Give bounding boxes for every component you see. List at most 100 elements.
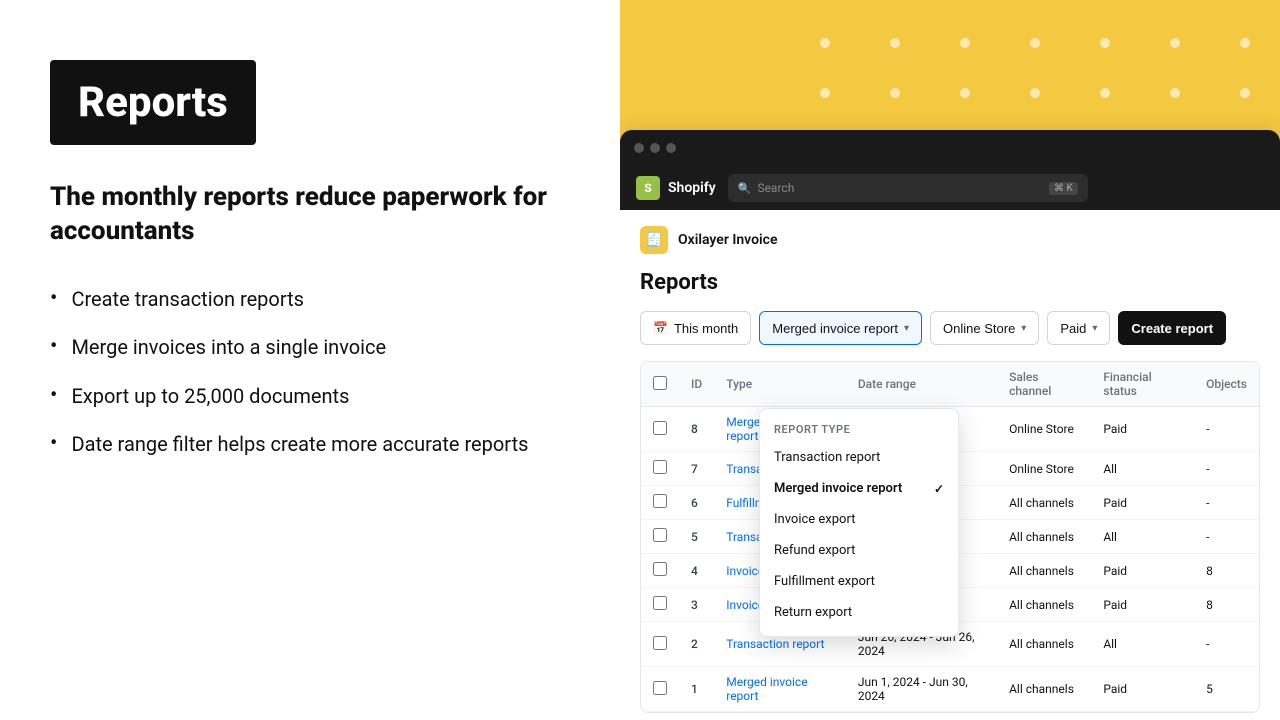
dot bbox=[960, 38, 970, 48]
dot bbox=[1240, 88, 1250, 98]
row-channel: Online Store bbox=[997, 407, 1091, 452]
chevron-down-icon-status: ▾ bbox=[1092, 323, 1097, 334]
row-channel: All channels bbox=[997, 588, 1091, 622]
sales-channel-button[interactable]: Online Store ▾ bbox=[930, 311, 1039, 345]
reports-badge: Reports bbox=[50, 60, 256, 145]
select-all-checkbox[interactable] bbox=[653, 376, 667, 390]
row-objects: - bbox=[1194, 486, 1259, 520]
dropdown-item[interactable]: Invoice export bbox=[760, 504, 958, 535]
search-icon: 🔍 bbox=[738, 182, 752, 195]
row-checkbox[interactable] bbox=[653, 562, 667, 576]
row-checkbox-cell[interactable] bbox=[641, 622, 679, 667]
row-objects: 5 bbox=[1194, 667, 1259, 712]
bullet-item: Date range filter helps create more accu… bbox=[50, 430, 570, 459]
row-checkbox-cell[interactable] bbox=[641, 452, 679, 486]
row-checkbox[interactable] bbox=[653, 636, 667, 650]
app-content: 🧾 Oxilayer Invoice Reports 📅 This month … bbox=[620, 210, 1280, 720]
financial-status-button[interactable]: Paid ▾ bbox=[1047, 311, 1110, 345]
dropdown-item[interactable]: Transaction report bbox=[760, 442, 958, 473]
left-panel: Reports The monthly reports reduce paper… bbox=[0, 0, 620, 720]
row-id: 3 bbox=[679, 588, 714, 622]
browser-dot-red bbox=[634, 143, 644, 153]
dot bbox=[820, 88, 830, 98]
dot bbox=[1170, 88, 1180, 98]
id-column-header: ID bbox=[679, 362, 714, 407]
row-checkbox[interactable] bbox=[653, 596, 667, 610]
row-checkbox-cell[interactable] bbox=[641, 554, 679, 588]
app-name: Oxilayer Invoice bbox=[678, 232, 778, 248]
report-type-dropdown: Report type Transaction reportMerged inv… bbox=[759, 408, 959, 637]
bullet-item: Export up to 25,000 documents bbox=[50, 382, 570, 411]
shopify-nav: S Shopify 🔍 Search ⌘ K bbox=[620, 166, 1280, 210]
dropdown-item-label: Merged invoice report bbox=[774, 481, 902, 496]
dropdown-item[interactable]: Refund export bbox=[760, 535, 958, 566]
row-id: 7 bbox=[679, 452, 714, 486]
tagline: The monthly reports reduce paperwork for… bbox=[50, 181, 570, 249]
row-status: Paid bbox=[1091, 667, 1194, 712]
row-checkbox-cell[interactable] bbox=[641, 667, 679, 712]
create-report-button[interactable]: Create report bbox=[1118, 311, 1226, 345]
dropdown-item[interactable]: Merged invoice report✓ bbox=[760, 473, 958, 504]
bullet-item: Merge invoices into a single invoice bbox=[50, 333, 570, 362]
row-status: Paid bbox=[1091, 486, 1194, 520]
app-header: 🧾 Oxilayer Invoice bbox=[640, 226, 1260, 254]
row-type-link[interactable]: Merged invoice report bbox=[726, 675, 807, 703]
report-type-label: Merged invoice report bbox=[772, 321, 898, 336]
row-checkbox[interactable] bbox=[653, 421, 667, 435]
row-channel: All channels bbox=[997, 486, 1091, 520]
toolbar: 📅 This month Merged invoice report ▾ Onl… bbox=[640, 311, 1260, 345]
channel-column-header: Sales channel bbox=[997, 362, 1091, 407]
row-status: All bbox=[1091, 520, 1194, 554]
row-channel: All channels bbox=[997, 554, 1091, 588]
row-id: 8 bbox=[679, 407, 714, 452]
row-channel: All channels bbox=[997, 667, 1091, 712]
date-range-label: This month bbox=[674, 321, 738, 336]
dot bbox=[1170, 38, 1180, 48]
dot bbox=[1100, 38, 1110, 48]
dropdown-item[interactable]: Fulfillment export bbox=[760, 566, 958, 597]
row-checkbox-cell[interactable] bbox=[641, 407, 679, 452]
dropdown-item-label: Transaction report bbox=[774, 450, 880, 465]
row-checkbox-cell[interactable] bbox=[641, 520, 679, 554]
row-status: Paid bbox=[1091, 588, 1194, 622]
row-objects: - bbox=[1194, 452, 1259, 486]
dot bbox=[960, 88, 970, 98]
row-channel: All channels bbox=[997, 622, 1091, 667]
row-id: 1 bbox=[679, 667, 714, 712]
app-icon: 🧾 bbox=[640, 226, 668, 254]
dropdown-item-label: Return export bbox=[774, 605, 852, 620]
row-type-link[interactable]: Transaction report bbox=[726, 637, 824, 651]
bullet-item: Create transaction reports bbox=[50, 285, 570, 314]
page-title: Reports bbox=[640, 270, 1260, 295]
type-column-header: Type bbox=[714, 362, 846, 407]
search-bar[interactable]: 🔍 Search ⌘ K bbox=[728, 174, 1088, 202]
shopify-logo-icon: S bbox=[636, 176, 660, 200]
objects-column-header: Objects bbox=[1194, 362, 1259, 407]
row-id: 6 bbox=[679, 486, 714, 520]
row-checkbox-cell[interactable] bbox=[641, 588, 679, 622]
dot bbox=[1240, 38, 1250, 48]
browser-dot-yellow bbox=[650, 143, 660, 153]
dropdown-item-label: Invoice export bbox=[774, 512, 855, 527]
row-checkbox[interactable] bbox=[653, 494, 667, 508]
row-objects: 8 bbox=[1194, 588, 1259, 622]
row-channel: All channels bbox=[997, 520, 1091, 554]
dropdown-item-label: Refund export bbox=[774, 543, 855, 558]
select-all-header[interactable] bbox=[641, 362, 679, 407]
dot bbox=[890, 38, 900, 48]
row-checkbox[interactable] bbox=[653, 528, 667, 542]
table-row[interactable]: 1 Merged invoice report Jun 1, 2024 - Ju… bbox=[641, 667, 1259, 712]
report-type-button[interactable]: Merged invoice report ▾ bbox=[759, 311, 922, 345]
row-objects: - bbox=[1194, 407, 1259, 452]
financial-status-label: Paid bbox=[1060, 321, 1086, 336]
dot bbox=[1030, 88, 1040, 98]
dot bbox=[1030, 38, 1040, 48]
date-range-button[interactable]: 📅 This month bbox=[640, 311, 751, 345]
row-checkbox[interactable] bbox=[653, 460, 667, 474]
row-checkbox[interactable] bbox=[653, 681, 667, 695]
browser-chrome bbox=[620, 130, 1280, 166]
row-status: All bbox=[1091, 622, 1194, 667]
chevron-down-icon-sales: ▾ bbox=[1021, 323, 1026, 334]
dropdown-item[interactable]: Return export bbox=[760, 597, 958, 628]
row-checkbox-cell[interactable] bbox=[641, 486, 679, 520]
